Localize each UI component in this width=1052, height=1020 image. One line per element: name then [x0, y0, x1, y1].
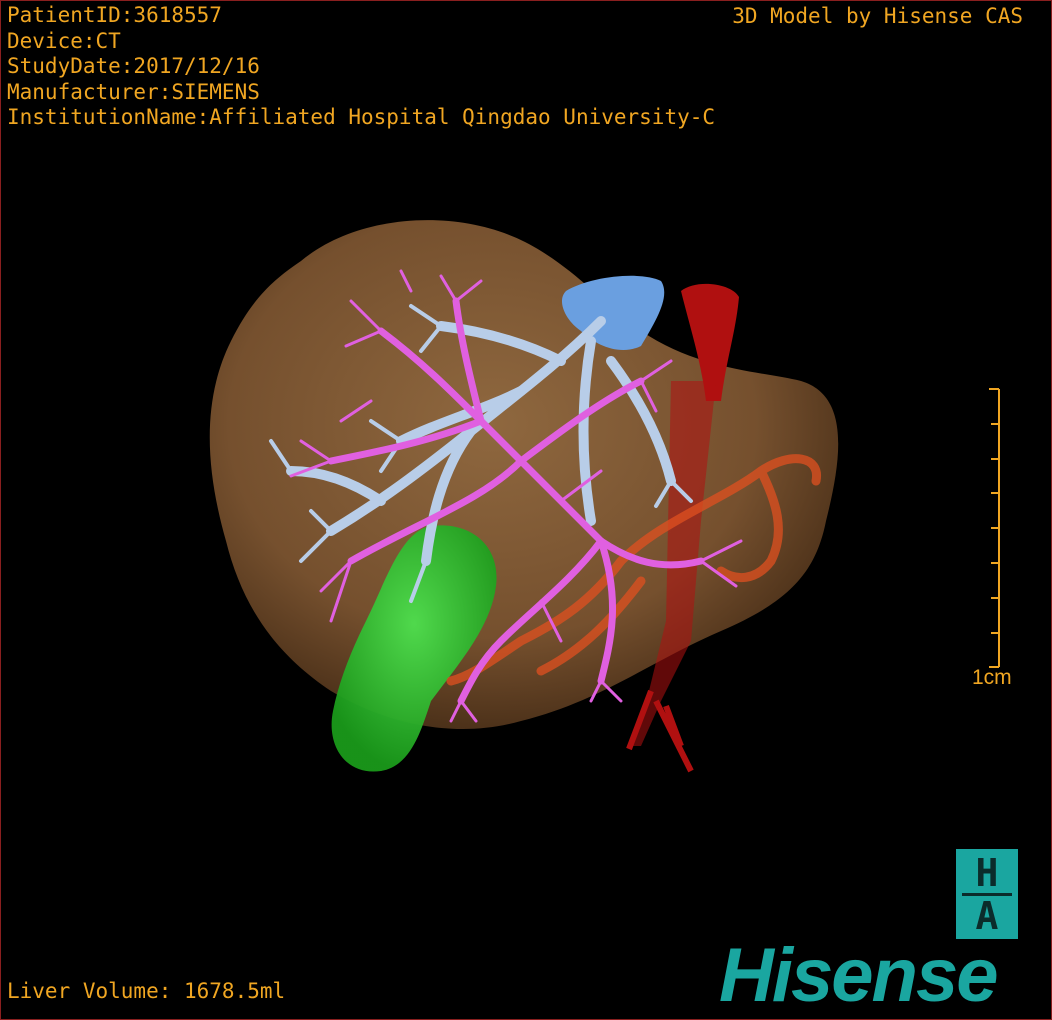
ha-logo-h: H — [975, 851, 999, 895]
patient-info-overlay: PatientID:3618557 Device:CT StudyDate:20… — [7, 3, 715, 131]
manufacturer: Manufacturer:SIEMENS — [7, 79, 260, 104]
iliac-branches — [626, 689, 694, 773]
liver-volume: Liver Volume: 1678.5ml — [7, 979, 286, 1003]
viewer-frame: PatientID:3618557 Device:CT StudyDate:20… — [0, 0, 1052, 1020]
hisense-logo: Hisense — [719, 933, 998, 1018]
scale-bar-label: 1cm — [972, 666, 1012, 689]
model-credit: 3D Model by Hisense CAS — [732, 4, 1023, 28]
scale-bar — [989, 388, 1000, 668]
institution-name: InstitutionName:Affiliated Hospital Qing… — [7, 105, 716, 129]
3d-liver-model[interactable] — [1, 1, 1052, 1020]
device: Device:CT — [7, 28, 121, 53]
patient-id: PatientID:3618557 — [7, 3, 222, 27]
ha-logo-badge: H A — [956, 849, 1018, 939]
study-date: StudyDate:2017/12/16 — [7, 54, 260, 78]
